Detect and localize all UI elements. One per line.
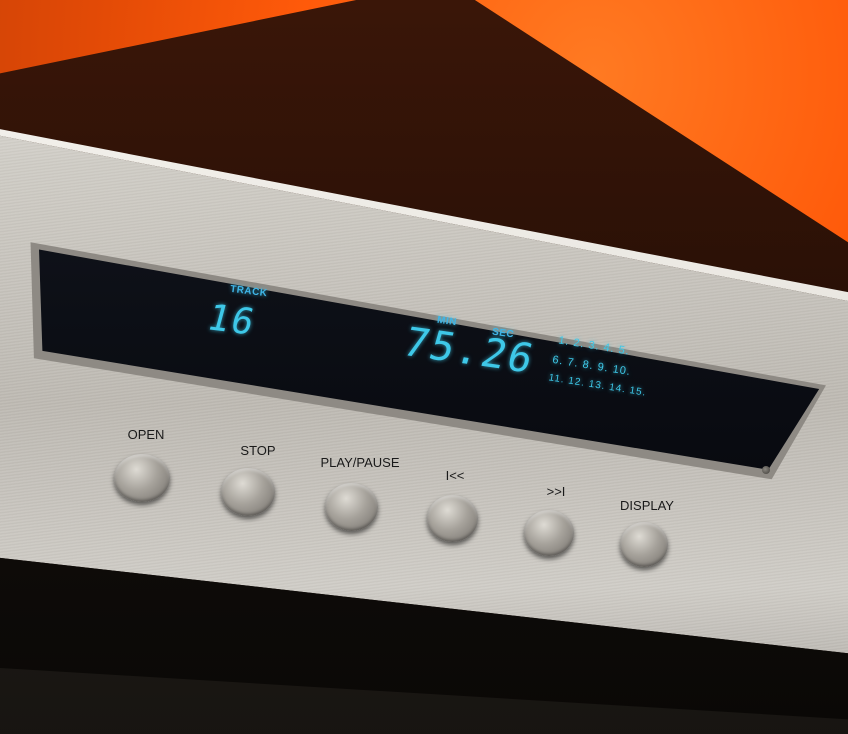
next-track-button[interactable] (524, 510, 574, 556)
display-screw (762, 466, 770, 474)
open-button[interactable] (114, 454, 170, 502)
open-label: OPEN (127, 427, 165, 442)
next-track-label: >>I (546, 484, 566, 499)
previous-track-label: I<< (445, 468, 465, 483)
display-button[interactable] (620, 522, 668, 567)
display-label: DISPLAY (620, 498, 674, 513)
stop-button[interactable] (221, 468, 275, 516)
previous-track-button[interactable] (427, 495, 478, 542)
play-pause-label: PLAY/PAUSE (320, 455, 400, 470)
cd-player-photo: TRACK 16 MIN SEC 75.26 1. 2. 3. 4. 5. 6.… (0, 0, 848, 734)
stop-label: STOP (240, 443, 276, 458)
play-pause-button[interactable] (325, 483, 378, 531)
